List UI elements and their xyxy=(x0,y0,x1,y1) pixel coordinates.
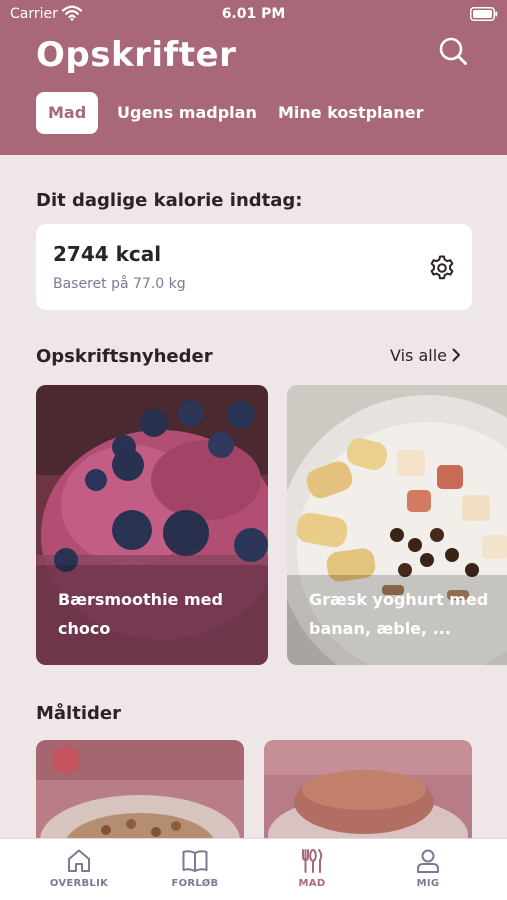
see-all-link[interactable]: Vis alle xyxy=(390,346,461,365)
tabbar-item-forloeb[interactable]: FORLØB xyxy=(145,847,245,889)
tabbar-item-mad[interactable]: MAD xyxy=(262,847,362,889)
recipe-title: Bærsmoothie med choco xyxy=(58,590,223,638)
chevron-right-icon xyxy=(452,348,460,362)
see-all-label: Vis alle xyxy=(390,346,447,365)
tabbar-label: FORLØB xyxy=(171,878,219,889)
tab-mine-kostplaner[interactable]: Mine kostplaner xyxy=(278,92,423,134)
tab-ugens-madplan[interactable]: Ugens madplan xyxy=(117,92,257,134)
recipe-card-yoghurt[interactable]: Græsk yoghurt med banan, æble, ... xyxy=(287,385,507,665)
clock: 6.01 PM xyxy=(221,6,286,22)
header: Carrier 6.01 PM Opskrifter Mad Ugens mad… xyxy=(0,0,507,155)
status-bar: Carrier 6.01 PM xyxy=(0,0,507,30)
calorie-card[interactable]: 2744 kcal Baseret på 77.0 kg xyxy=(36,224,472,310)
tabbar-label: MIG xyxy=(416,878,440,889)
recipe-card-smoothie[interactable]: Bærsmoothie med choco xyxy=(36,385,268,665)
calorie-basis: Baseret på 77.0 kg xyxy=(53,276,186,292)
bottom-tab-bar: OVERBLIK FORLØB MAD MIG xyxy=(0,838,507,900)
page-title: Opskrifter xyxy=(36,35,237,75)
meal-card-2[interactable] xyxy=(264,740,472,850)
home-icon xyxy=(68,849,90,872)
calorie-heading: Dit daglige kalorie indtag: xyxy=(36,190,303,211)
meal-card-1[interactable] xyxy=(36,740,244,850)
tabbar-item-overblik[interactable]: OVERBLIK xyxy=(29,847,129,889)
book-icon xyxy=(182,850,208,872)
tab-mad[interactable]: Mad xyxy=(36,92,99,134)
recipe-title: Græsk yoghurt med banan, æble, ... xyxy=(309,590,489,638)
tabbar-item-mig[interactable]: MIG xyxy=(378,847,478,889)
battery-icon xyxy=(470,7,498,21)
tabbar-label: OVERBLIK xyxy=(49,878,109,889)
calorie-value: 2744 kcal xyxy=(53,242,162,266)
meal-image xyxy=(36,740,244,850)
meal-image xyxy=(264,740,472,850)
utensils-icon xyxy=(302,849,323,873)
gear-icon[interactable] xyxy=(428,254,456,282)
search-icon[interactable] xyxy=(438,36,468,66)
person-icon xyxy=(417,849,439,873)
meals-heading: Måltider xyxy=(36,703,121,724)
tabbar-label: MAD xyxy=(298,878,326,889)
news-heading: Opskriftsnyheder xyxy=(36,346,213,367)
